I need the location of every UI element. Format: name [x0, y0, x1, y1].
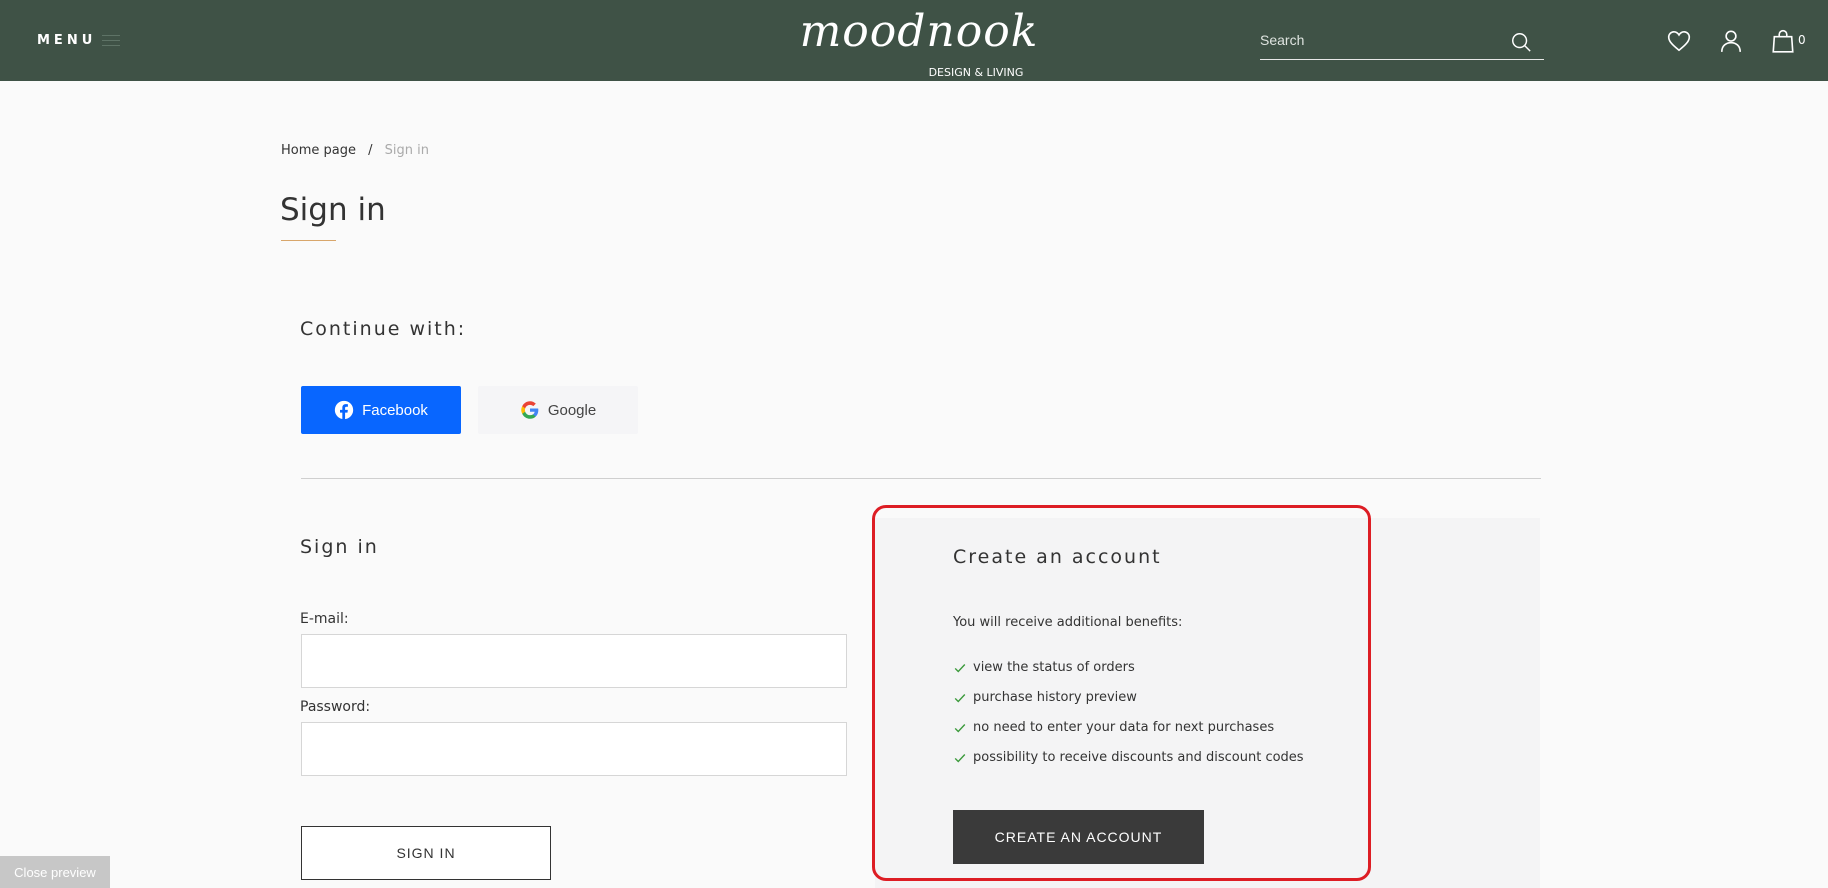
password-label: Password:: [300, 699, 371, 715]
title-underline: [281, 240, 336, 241]
menu-button[interactable]: MENU: [37, 33, 121, 48]
heart-icon[interactable]: [1666, 28, 1692, 54]
check-icon: [954, 753, 966, 763]
cart-count: 0: [1798, 33, 1806, 47]
google-label: Google: [547, 401, 597, 419]
email-label: E-mail:: [300, 611, 349, 627]
benefit-item: purchase history preview: [953, 690, 1137, 705]
benefit-text: possibility to receive discounts and dis…: [973, 750, 1304, 765]
benefit-text: purchase history preview: [973, 690, 1137, 705]
password-field[interactable]: [301, 722, 847, 776]
breadcrumb: Home page / Sign in: [281, 143, 429, 158]
search-icon[interactable]: [1510, 31, 1532, 53]
benefit-item: possibility to receive discounts and dis…: [953, 750, 1304, 765]
shopping-bag-icon[interactable]: [1770, 28, 1796, 54]
benefit-text: view the status of orders: [973, 660, 1135, 675]
google-login-button[interactable]: Google: [478, 386, 638, 434]
page-title: Sign in: [280, 192, 386, 228]
search-box: [1260, 24, 1544, 60]
benefits-intro: You will receive additional benefits:: [953, 615, 1183, 630]
benefit-item: view the status of orders: [953, 660, 1135, 675]
email-field[interactable]: [301, 634, 847, 688]
facebook-label: Facebook: [362, 401, 428, 419]
logo[interactable]: moodnook DESIGN & LIVING: [784, 0, 1054, 81]
logo-script: moodnook: [799, 6, 1039, 57]
sign-in-button[interactable]: SIGN IN: [301, 826, 551, 880]
site-header: MENU moodnook DESIGN & LIVING 0: [0, 0, 1828, 81]
close-preview-button[interactable]: Close preview: [0, 856, 110, 888]
breadcrumb-separator: /: [368, 143, 373, 158]
continue-with-heading: Continue with:: [300, 318, 467, 340]
breadcrumb-current: Sign in: [384, 143, 430, 158]
logo-tagline: DESIGN & LIVING: [928, 66, 1024, 79]
hamburger-icon: [102, 34, 121, 47]
check-icon: [954, 723, 966, 733]
breadcrumb-home-link[interactable]: Home page: [281, 143, 356, 158]
user-icon[interactable]: [1718, 28, 1744, 54]
benefit-text: no need to enter your data for next purc…: [973, 720, 1275, 735]
facebook-icon: [334, 400, 354, 420]
google-icon: [521, 401, 539, 419]
benefit-item: no need to enter your data for next purc…: [953, 720, 1274, 735]
create-account-button[interactable]: CREATE AN ACCOUNT: [953, 810, 1204, 864]
section-divider: [301, 478, 1541, 479]
signin-heading: Sign in: [300, 536, 379, 558]
search-input[interactable]: [1260, 30, 1500, 50]
create-account-heading: Create an account: [953, 546, 1162, 568]
check-icon: [954, 693, 966, 703]
menu-label: MENU: [37, 33, 97, 48]
check-icon: [954, 663, 966, 673]
facebook-login-button[interactable]: Facebook: [301, 386, 461, 434]
